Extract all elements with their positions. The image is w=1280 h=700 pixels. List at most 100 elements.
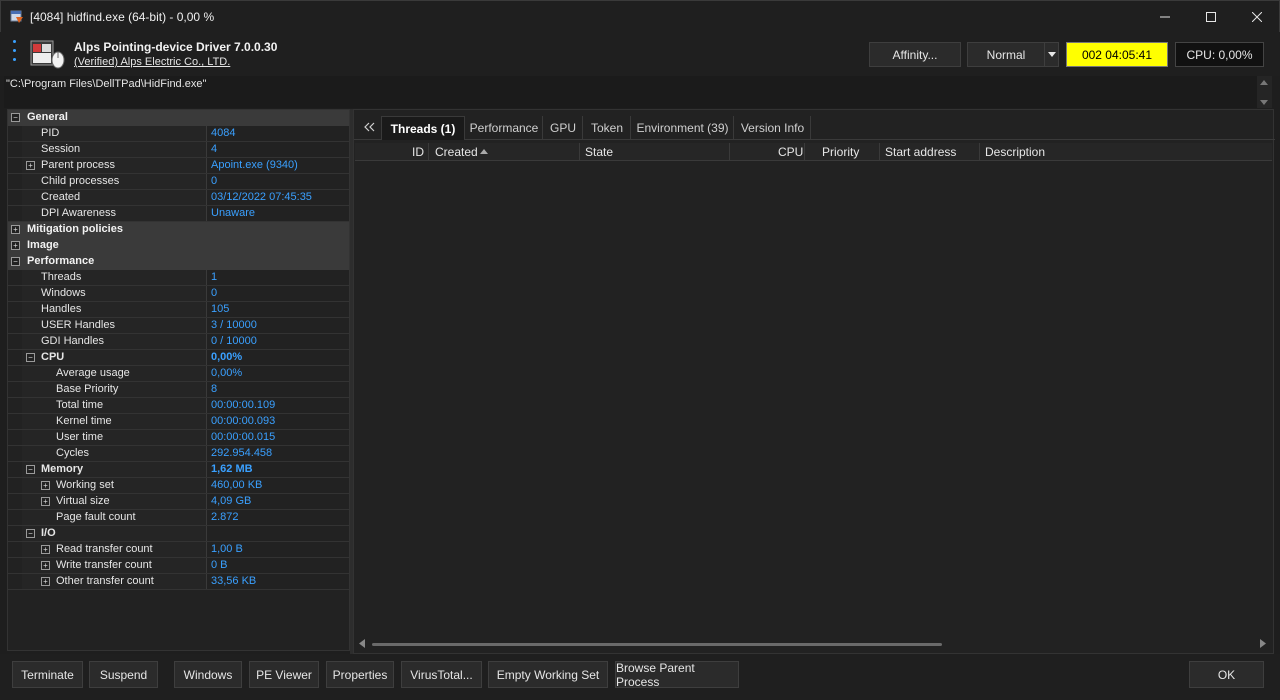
maximize-button[interactable] [1188, 1, 1234, 33]
tab-gpu[interactable]: GPU [544, 116, 583, 140]
tree-row[interactable]: PID 4084 [8, 126, 349, 142]
tab-environment[interactable]: Environment (39) [632, 116, 734, 140]
tree-row[interactable]: Average usage 0,00% [8, 366, 349, 382]
pe-viewer-button[interactable]: PE Viewer [249, 661, 319, 688]
windows-button[interactable]: Windows [174, 661, 242, 688]
tree-row-working-set[interactable]: + Working set 460,00 KB [8, 478, 349, 494]
tree-row[interactable]: USER Handles 3 / 10000 [8, 318, 349, 334]
expand-icon[interactable]: + [11, 241, 20, 250]
tree-group-general[interactable]: − General [8, 110, 349, 126]
verified-company-link[interactable]: (Verified) Alps Electric Co., LTD. [74, 56, 230, 68]
app-icon [10, 10, 23, 23]
parent-process-link[interactable]: Apoint.exe (9340) [211, 159, 298, 171]
expand-icon[interactable]: + [41, 481, 50, 490]
expand-icon[interactable]: + [11, 225, 20, 234]
tree-row[interactable]: Windows 0 [8, 286, 349, 302]
affinity-button[interactable]: Affinity... [869, 42, 961, 67]
priority-select[interactable]: Normal [967, 42, 1045, 67]
collapse-icon[interactable]: − [26, 465, 35, 474]
scroll-right-icon[interactable] [1260, 639, 1266, 648]
tree-subgroup-memory[interactable]: − Memory 1,62 MB [8, 462, 349, 478]
properties-button[interactable]: Properties [326, 661, 394, 688]
tree-group-mitigation[interactable]: + Mitigation policies [8, 222, 349, 238]
tree-row-virtual-size[interactable]: + Virtual size 4,09 GB [8, 494, 349, 510]
expand-icon[interactable]: + [41, 497, 50, 506]
expand-icon[interactable]: + [41, 577, 50, 586]
column-id[interactable]: ID [412, 145, 424, 159]
virustotal-button[interactable]: VirusTotal... [401, 661, 482, 688]
tree-row-other-transfer[interactable]: + Other transfer count 33,56 KB [8, 574, 349, 590]
scroll-up-icon[interactable] [1260, 80, 1268, 85]
minimize-button[interactable] [1142, 1, 1188, 33]
empty-working-set-button[interactable]: Empty Working Set [488, 661, 608, 688]
property-tree[interactable]: − General PID 4084 Session 4 + Parent proce… [7, 109, 350, 651]
tree-row[interactable]: Kernel time 00:00:00.093 [8, 414, 349, 430]
tree-row[interactable]: Page fault count 2.872 [8, 510, 349, 526]
tree-row[interactable]: Total time 00:00:00.109 [8, 398, 349, 414]
close-button[interactable] [1234, 1, 1280, 33]
threads-table-body[interactable] [355, 162, 1272, 638]
command-line-field[interactable]: "C:\Program Files\DellTPad\HidFind.exe" [4, 76, 1260, 108]
tree-row[interactable]: Session 4 [8, 142, 349, 158]
terminate-button[interactable]: Terminate [12, 661, 83, 688]
process-header: Alps Pointing-device Driver 7.0.0.30 (Ve… [0, 32, 1280, 76]
browse-parent-process-button[interactable]: Browse Parent Process [615, 661, 739, 689]
tree-group-image[interactable]: + Image [8, 238, 349, 254]
suspend-button[interactable]: Suspend [89, 661, 158, 688]
tree-row-read-transfer[interactable]: + Read transfer count 1,00 B [8, 542, 349, 558]
column-priority[interactable]: Priority [822, 145, 859, 159]
threads-table-header: ID Created State CPU Priority Start addr… [355, 143, 1272, 161]
priority-dropdown-button[interactable] [1044, 42, 1059, 67]
collapse-icon[interactable]: − [11, 257, 20, 266]
tree-row[interactable]: Created 03/12/2022 07:45:35 [8, 190, 349, 206]
expand-icon[interactable]: + [41, 561, 50, 570]
minimize-icon [1160, 16, 1170, 18]
ok-button[interactable]: OK [1189, 661, 1264, 688]
column-state[interactable]: State [585, 145, 613, 159]
window-title: [4084] hidfind.exe (64-bit) - 0,00 % [30, 10, 215, 24]
tree-row[interactable]: User time 00:00:00.015 [8, 430, 349, 446]
tree-row[interactable]: Threads 1 [8, 270, 349, 286]
tree-row[interactable]: GDI Handles 0 / 10000 [8, 334, 349, 350]
menu-dots-icon[interactable] [13, 40, 19, 66]
expand-icon[interactable]: + [26, 161, 35, 170]
tab-threads[interactable]: Threads (1) [381, 116, 465, 140]
collapse-icon[interactable]: − [11, 113, 20, 122]
title-bar: [4084] hidfind.exe (64-bit) - 0,00 % [0, 0, 1280, 32]
tree-row[interactable]: Cycles 292.954.458 [8, 446, 349, 462]
scrollbar-thumb[interactable] [372, 643, 942, 646]
column-description[interactable]: Description [985, 145, 1045, 159]
column-start-address[interactable]: Start address [885, 145, 956, 159]
close-icon [1252, 12, 1262, 22]
tree-row-parent-process[interactable]: + Parent process Apoint.exe (9340) [8, 158, 349, 174]
tree-row[interactable]: Handles 105 [8, 302, 349, 318]
tree-subgroup-cpu[interactable]: − CPU 0,00% [8, 350, 349, 366]
scroll-left-icon[interactable] [359, 639, 365, 648]
expand-icon[interactable]: + [41, 545, 50, 554]
tab-strip: Threads (1) Performance GPU Token Enviro… [354, 114, 1275, 140]
tree-row[interactable]: DPI Awareness Unaware [8, 206, 349, 222]
collapse-icon[interactable]: − [26, 529, 35, 538]
tab-token[interactable]: Token [584, 116, 631, 140]
tree-row-write-transfer[interactable]: + Write transfer count 0 B [8, 558, 349, 574]
double-chevron-left-icon [364, 122, 375, 132]
uptime-badge: 002 04:05:41 [1066, 42, 1168, 67]
collapse-left-panel-button[interactable] [358, 116, 380, 138]
tree-group-performance[interactable]: − Performance [8, 254, 349, 270]
details-panel: Threads (1) Performance GPU Token Enviro… [353, 109, 1275, 654]
tab-version-info[interactable]: Version Info [735, 116, 811, 140]
cpu-usage-badge: CPU: 0,00% [1175, 42, 1264, 67]
sort-ascending-icon [480, 149, 488, 154]
column-cpu[interactable]: CPU [778, 145, 803, 159]
tree-row[interactable]: Base Priority 8 [8, 382, 349, 398]
maximize-icon [1206, 12, 1216, 22]
scroll-down-icon[interactable] [1260, 100, 1268, 105]
tree-subgroup-io[interactable]: − I/O [8, 526, 349, 542]
chevron-down-icon [1047, 52, 1056, 57]
horizontal-scrollbar[interactable] [355, 638, 1272, 652]
column-created[interactable]: Created [435, 145, 478, 159]
command-line-scrollbar[interactable] [1257, 76, 1272, 108]
tab-performance[interactable]: Performance [466, 116, 543, 140]
tree-row[interactable]: Child processes 0 [8, 174, 349, 190]
collapse-icon[interactable]: − [26, 353, 35, 362]
